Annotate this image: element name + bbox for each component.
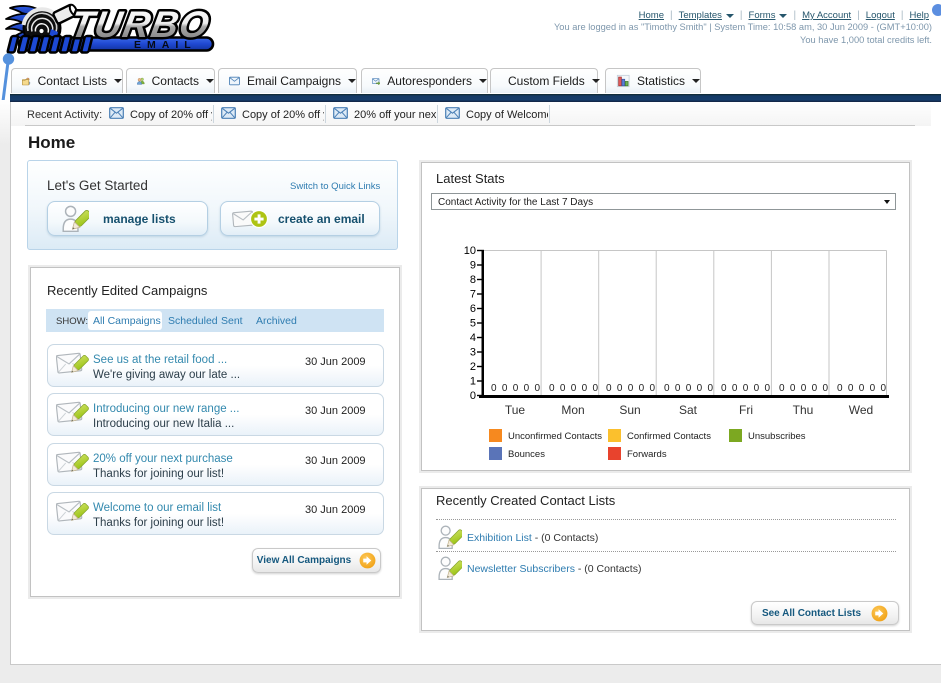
svg-text:Mon: Mon bbox=[561, 403, 584, 417]
svg-text:Thu: Thu bbox=[793, 403, 814, 417]
svg-text:Wed: Wed bbox=[849, 403, 873, 417]
svg-text:0 0 0 0 0: 0 0 0 0 0 bbox=[606, 383, 655, 394]
svg-text:0 0 0 0 0: 0 0 0 0 0 bbox=[721, 383, 770, 394]
svg-text:8: 8 bbox=[470, 274, 476, 286]
svg-text:Sun: Sun bbox=[619, 403, 640, 417]
svg-text:10: 10 bbox=[464, 245, 476, 257]
svg-text:0: 0 bbox=[470, 390, 476, 402]
svg-text:0 0 0 0 0: 0 0 0 0 0 bbox=[779, 383, 828, 394]
svg-text:7: 7 bbox=[470, 289, 476, 301]
svg-text:TURBO: TURBO bbox=[67, 3, 213, 45]
svg-text:Tue: Tue bbox=[505, 403, 526, 417]
svg-text:0 0 0 0 0: 0 0 0 0 0 bbox=[549, 383, 598, 394]
svg-text:0 0 0 0 0: 0 0 0 0 0 bbox=[837, 383, 886, 394]
svg-text:3: 3 bbox=[470, 347, 476, 359]
svg-text:5: 5 bbox=[470, 318, 476, 330]
svg-text:0 0 0 0 0: 0 0 0 0 0 bbox=[491, 383, 540, 394]
svg-text:9: 9 bbox=[470, 260, 476, 272]
svg-text:1: 1 bbox=[470, 376, 476, 388]
svg-text:6: 6 bbox=[470, 303, 476, 315]
svg-text:0 0 0 0 0: 0 0 0 0 0 bbox=[664, 383, 713, 394]
svg-text:Sat: Sat bbox=[679, 403, 698, 417]
svg-text:4: 4 bbox=[470, 332, 476, 344]
svg-text:2: 2 bbox=[470, 361, 476, 373]
svg-text:Fri: Fri bbox=[739, 403, 753, 417]
